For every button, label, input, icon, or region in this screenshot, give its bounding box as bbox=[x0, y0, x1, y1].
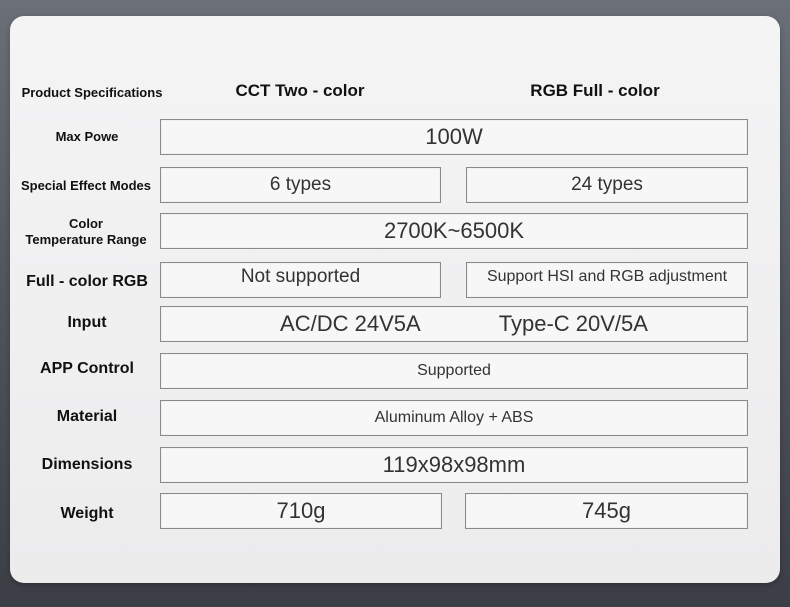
input-ac-dc-text: AC/DC 24V5A bbox=[280, 311, 421, 336]
label-max-power: Max Powe bbox=[55, 128, 119, 144]
value-color-temp: 2700K~6500K bbox=[160, 213, 748, 249]
header-rgb: RGB Full - color bbox=[530, 81, 660, 100]
value-effect-cct: 6 types bbox=[160, 167, 441, 203]
label-color-temp-line1: Color bbox=[69, 215, 103, 231]
value-app-control: Supported bbox=[160, 353, 748, 389]
value-max-power: 100W bbox=[160, 119, 748, 155]
effect-rgb-text: 24 types bbox=[571, 174, 643, 195]
header-label: Product Specifications bbox=[21, 84, 163, 100]
full-color-rgb-text: Support HSI and RGB adjustment bbox=[486, 268, 728, 285]
value-effect-rgb: 24 types bbox=[466, 167, 748, 203]
value-full-color-cct: Not supported bbox=[160, 262, 441, 298]
max-power-text: 100W bbox=[425, 124, 483, 149]
effect-cct-text: 6 types bbox=[269, 174, 332, 195]
header-cct: CCT Two - color bbox=[235, 81, 365, 100]
label-color-temp: Color Temperature Range bbox=[10, 212, 162, 252]
color-temp-text: 2700K~6500K bbox=[383, 218, 525, 243]
label-effect-modes: Special Effect Modes bbox=[20, 177, 152, 193]
value-weight-rgb: 745g bbox=[465, 493, 748, 529]
label-app-control: APP Control bbox=[40, 360, 134, 377]
value-input: AC/DC 24V5A Type-C 20V/5A bbox=[160, 306, 748, 342]
value-material: Aluminum Alloy + ABS bbox=[160, 400, 748, 436]
label-input: Input bbox=[67, 314, 107, 331]
value-full-color-rgb: Support HSI and RGB adjustment bbox=[466, 262, 748, 298]
value-dimensions: 119x98x98mm bbox=[160, 447, 748, 483]
label-weight: Weight bbox=[60, 505, 114, 522]
label-color-temp-line2: Temperature Range bbox=[25, 232, 147, 247]
dimensions-text: 119x98x98mm bbox=[382, 452, 526, 477]
label-full-color: Full - color RGB bbox=[26, 273, 148, 290]
input-type-c-text: Type-C 20V/5A bbox=[498, 311, 648, 336]
material-text: Aluminum Alloy + ABS bbox=[374, 409, 534, 426]
full-color-cct-text: Not supported bbox=[240, 266, 361, 287]
value-weight-cct: 710g bbox=[160, 493, 442, 529]
label-dimensions: Dimensions bbox=[41, 456, 133, 473]
app-control-text: Supported bbox=[417, 362, 491, 379]
label-material: Material bbox=[56, 408, 118, 425]
weight-rgb-text: 745g bbox=[582, 498, 631, 523]
weight-cct-text: 710g bbox=[276, 498, 326, 523]
